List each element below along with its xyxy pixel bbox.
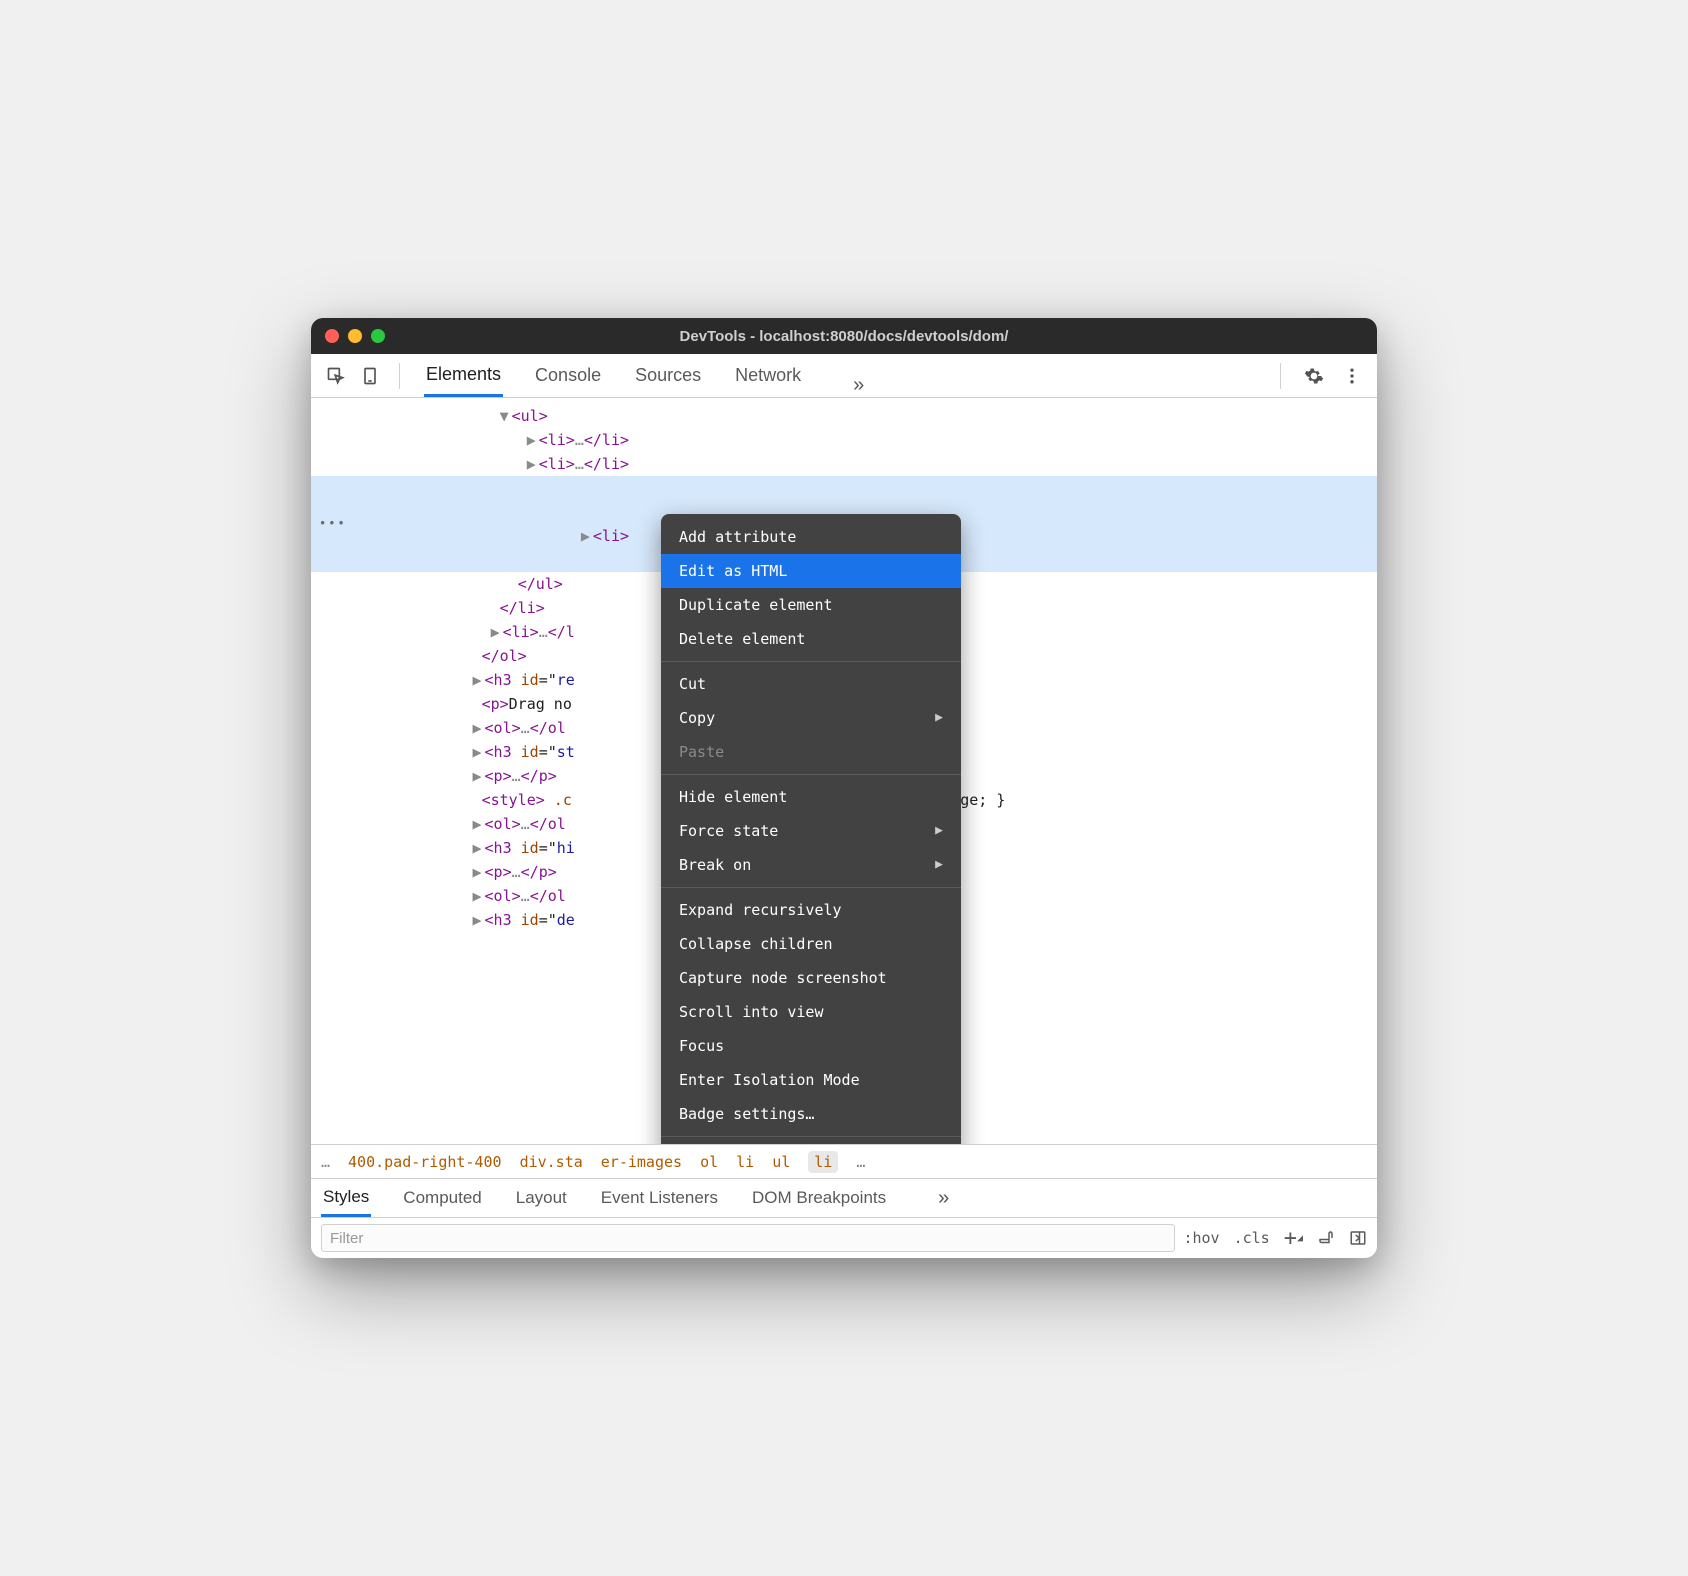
breadcrumb-overflow-right[interactable]: … xyxy=(856,1153,865,1171)
ctx-separator xyxy=(661,661,961,662)
new-rule-icon[interactable]: +◢ xyxy=(1284,1226,1303,1251)
ctx-paste: Paste xyxy=(661,735,961,769)
brush-icon[interactable] xyxy=(1317,1229,1335,1247)
breadcrumb-item[interactable]: ul xyxy=(772,1153,790,1171)
ctx-hide-element[interactable]: Hide element xyxy=(661,780,961,814)
hov-button[interactable]: :hov xyxy=(1183,1229,1219,1247)
inspect-icon[interactable] xyxy=(321,361,351,391)
styles-toolbar: :hov .cls +◢ xyxy=(311,1218,1377,1258)
maximize-icon[interactable] xyxy=(371,329,385,343)
subtabs-overflow-icon[interactable]: » xyxy=(938,1187,949,1210)
tabs-overflow-icon[interactable]: » xyxy=(853,374,864,397)
breadcrumb: … 400.pad-right-400 div.sta er-images ol… xyxy=(311,1144,1377,1178)
ctx-break-on[interactable]: Break on ▶ xyxy=(661,848,961,882)
window-title: DevTools - localhost:8080/docs/devtools/… xyxy=(311,328,1377,345)
ctx-delete-element[interactable]: Delete element xyxy=(661,622,961,656)
ctx-edit-as-html[interactable]: Edit as HTML xyxy=(661,554,961,588)
breadcrumb-item[interactable]: 400.pad-right-400 xyxy=(348,1153,502,1171)
styles-subtabs: Styles Computed Layout Event Listeners D… xyxy=(311,1178,1377,1218)
tab-console[interactable]: Console xyxy=(533,354,603,397)
ctx-expand-recursively[interactable]: Expand recursively xyxy=(661,893,961,927)
main-toolbar: Elements Console Sources Network » xyxy=(311,354,1377,398)
ctx-cut[interactable]: Cut xyxy=(661,667,961,701)
ctx-separator xyxy=(661,774,961,775)
chevron-right-icon: ▶ xyxy=(935,821,943,842)
ctx-copy-label: Copy xyxy=(679,706,715,730)
subtab-computed[interactable]: Computed xyxy=(401,1179,483,1217)
ctx-break-on-label: Break on xyxy=(679,853,751,877)
chevron-right-icon: ▶ xyxy=(935,708,943,729)
elements-tree[interactable]: ▼<ul> ▶<li>…</li> ▶<li>…</li> ••• ▶<li> … xyxy=(311,398,1377,1144)
breadcrumb-overflow-left[interactable]: … xyxy=(321,1153,330,1171)
context-menu: Add attribute Edit as HTML Duplicate ele… xyxy=(661,514,961,1144)
kebab-icon[interactable] xyxy=(1337,361,1367,391)
minimize-icon[interactable] xyxy=(348,329,362,343)
traffic-lights xyxy=(325,329,385,343)
subtab-styles[interactable]: Styles xyxy=(321,1179,371,1217)
subtab-layout[interactable]: Layout xyxy=(514,1179,569,1217)
ctx-focus[interactable]: Focus xyxy=(661,1029,961,1063)
devtools-window: DevTools - localhost:8080/docs/devtools/… xyxy=(311,318,1377,1258)
ctx-separator xyxy=(661,887,961,888)
window-titlebar: DevTools - localhost:8080/docs/devtools/… xyxy=(311,318,1377,354)
ctx-add-attribute[interactable]: Add attribute xyxy=(661,520,961,554)
cls-button[interactable]: .cls xyxy=(1234,1229,1270,1247)
ctx-copy[interactable]: Copy ▶ xyxy=(661,701,961,735)
ctx-capture-node-screenshot[interactable]: Capture node screenshot xyxy=(661,961,961,995)
ctx-enter-isolation-mode[interactable]: Enter Isolation Mode xyxy=(661,1063,961,1097)
breadcrumb-item[interactable]: li xyxy=(736,1153,754,1171)
breadcrumb-item[interactable]: div.sta xyxy=(520,1153,583,1171)
breadcrumb-item[interactable]: er-images xyxy=(601,1153,682,1171)
tab-sources[interactable]: Sources xyxy=(633,354,703,397)
filter-input[interactable] xyxy=(321,1224,1175,1252)
breadcrumb-item[interactable]: ol xyxy=(700,1153,718,1171)
tab-elements[interactable]: Elements xyxy=(424,354,503,397)
main-tabs: Elements Console Sources Network » xyxy=(424,354,864,397)
close-icon[interactable] xyxy=(325,329,339,343)
gear-icon[interactable] xyxy=(1299,361,1329,391)
ctx-store-global-variable[interactable]: Store as global variable xyxy=(661,1142,961,1144)
chevron-right-icon: ▶ xyxy=(935,855,943,876)
ctx-duplicate-element[interactable]: Duplicate element xyxy=(661,588,961,622)
toolbar-separator xyxy=(399,363,400,389)
ellipsis-icon: ••• xyxy=(319,514,347,533)
ctx-force-state[interactable]: Force state ▶ xyxy=(661,814,961,848)
subtab-dom-breakpoints[interactable]: DOM Breakpoints xyxy=(750,1179,888,1217)
device-icon[interactable] xyxy=(355,361,385,391)
breadcrumb-item-selected[interactable]: li xyxy=(808,1151,838,1173)
ctx-scroll-into-view[interactable]: Scroll into view xyxy=(661,995,961,1029)
ctx-collapse-children[interactable]: Collapse children xyxy=(661,927,961,961)
tab-network[interactable]: Network xyxy=(733,354,803,397)
ctx-force-state-label: Force state xyxy=(679,819,778,843)
toolbar-separator xyxy=(1280,363,1281,389)
ctx-separator xyxy=(661,1136,961,1137)
computed-panel-icon[interactable] xyxy=(1349,1229,1367,1247)
subtab-event-listeners[interactable]: Event Listeners xyxy=(599,1179,720,1217)
ctx-badge-settings[interactable]: Badge settings… xyxy=(661,1097,961,1131)
